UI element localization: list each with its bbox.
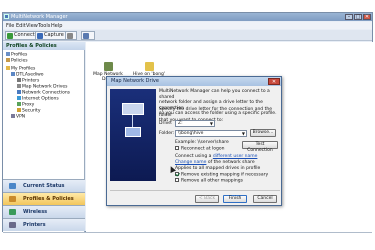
- capture-button[interactable]: Capture: [35, 31, 67, 40]
- connect-using-line: Connect using a different user name: [175, 154, 258, 159]
- map-drive-icon: [103, 62, 113, 71]
- nav-current-status[interactable]: Current Status: [3, 179, 85, 192]
- globe-icon: [17, 96, 21, 100]
- chevron-down-icon: ▼: [241, 131, 245, 136]
- reconnect-checkbox[interactable]: Reconnect at logon: [175, 146, 224, 152]
- shield-icon: [17, 108, 21, 112]
- folder-example: Example: \\server\share: [175, 140, 229, 145]
- dialog-separator: [110, 190, 280, 191]
- change-name-line: Change name of the network share: [175, 160, 255, 165]
- network-illustration: [110, 89, 156, 181]
- maximize-button[interactable]: □: [354, 14, 362, 20]
- profiles-icon: [6, 52, 10, 56]
- checkbox-box: [175, 146, 179, 150]
- connect-button[interactable]: Connect: [5, 31, 38, 40]
- capture-icon: [37, 33, 43, 39]
- back-button[interactable]: < Back: [195, 195, 219, 203]
- status-bar: [3, 232, 372, 233]
- network-icon: [17, 90, 21, 94]
- finish-button[interactable]: Finish: [223, 195, 247, 203]
- tree-internet-options[interactable]: Internet Options: [17, 96, 59, 102]
- sidebar-item-policies[interactable]: Policies: [6, 58, 28, 64]
- drive-select[interactable]: Z: ▼: [175, 120, 215, 127]
- sidebar-item-profiles[interactable]: Profiles: [6, 52, 27, 58]
- chevron-down-icon: ▼: [209, 121, 213, 126]
- print-icon: [67, 33, 73, 39]
- connect-icon: [7, 33, 13, 39]
- printer-icon: [17, 78, 21, 82]
- folder-icon: [6, 66, 10, 70]
- print-button[interactable]: [65, 31, 77, 40]
- share-folder-icon: [144, 62, 154, 71]
- computer-icon: [125, 127, 141, 137]
- checkbox-box: [175, 178, 179, 182]
- connect-label: Connect: [14, 32, 35, 38]
- policies-icon: [6, 58, 10, 62]
- drive-icon: [17, 84, 21, 88]
- remove-existing-checkbox[interactable]: Remove existing mapping if necessary: [175, 172, 268, 178]
- menu-edit[interactable]: Edit: [16, 23, 26, 29]
- connection-line: [132, 115, 133, 127]
- view-menu-button[interactable]: [81, 31, 95, 40]
- change-name-link[interactable]: Change name: [175, 160, 206, 165]
- profiles-policies-icon: [9, 196, 16, 202]
- menu-file[interactable]: File: [6, 23, 14, 29]
- drive-label: Drive:: [159, 121, 173, 126]
- nav-profiles-policies[interactable]: Profiles & Policies: [3, 192, 85, 205]
- menu-bar: File Edit View Tools Help: [3, 22, 372, 29]
- sidebar: Profiles & Policies Profiles Policies My…: [3, 42, 85, 232]
- menu-help[interactable]: Help: [51, 23, 62, 29]
- toolbar: Connect Capture: [3, 30, 372, 41]
- status-icon: [9, 183, 16, 189]
- tree-my-profiles[interactable]: My Profiles: [6, 66, 35, 72]
- capture-label: Capture: [44, 32, 64, 38]
- app-icon: [4, 14, 9, 19]
- close-button[interactable]: ✕: [363, 14, 371, 20]
- menu-view[interactable]: View: [26, 23, 38, 29]
- test-connection-button[interactable]: Test Connection: [242, 141, 278, 153]
- dialog-close-button[interactable]: ✕: [268, 78, 280, 85]
- printers-nav-icon: [9, 222, 16, 228]
- tree-profile[interactable]: DTLAsediwo: [11, 72, 44, 78]
- tree-proxy[interactable]: Proxy: [17, 102, 34, 108]
- different-user-link[interactable]: different user name: [213, 154, 258, 159]
- minimize-button[interactable]: –: [345, 14, 353, 20]
- dialog-title: Map Network Drive: [107, 77, 281, 86]
- title-bar: MultiNetwork Manager – □ ✕: [3, 13, 372, 21]
- tree-security[interactable]: Security: [17, 108, 40, 114]
- vpn-icon: [11, 114, 15, 118]
- window-title: MultiNetwork Manager: [11, 14, 68, 20]
- wireless-icon: [9, 209, 16, 215]
- server-icon: [122, 103, 144, 115]
- nav-printers[interactable]: Printers: [3, 218, 85, 231]
- profile-icon: [11, 72, 15, 76]
- sidebar-header: Profiles & Policies: [3, 42, 85, 50]
- browse-button[interactable]: Browse...: [250, 129, 276, 137]
- view-icon: [83, 33, 89, 39]
- remove-all-checkbox[interactable]: Remove all other mappings: [175, 178, 243, 184]
- tree-network-connections[interactable]: Network Connections: [17, 90, 70, 96]
- checkbox-box: [175, 172, 179, 176]
- nav-wireless[interactable]: Wireless: [3, 205, 85, 218]
- applies-text: Applies to all mapped drives in profile: [175, 166, 261, 171]
- folder-combo[interactable]: \\bong\hive ▼: [175, 130, 247, 137]
- map-network-drive-dialog: Map Network Drive ✕ MultiNetwork Manager…: [106, 76, 282, 206]
- tree-map-network-drives[interactable]: Map Network Drives: [17, 84, 68, 90]
- tree-vpn[interactable]: VPN: [11, 114, 25, 120]
- tree-printers[interactable]: Printers: [17, 78, 39, 84]
- folder-label: Folder:: [159, 131, 175, 136]
- proxy-icon: [17, 102, 21, 106]
- cancel-button[interactable]: Cancel: [253, 195, 277, 203]
- menu-tools[interactable]: Tools: [38, 23, 50, 29]
